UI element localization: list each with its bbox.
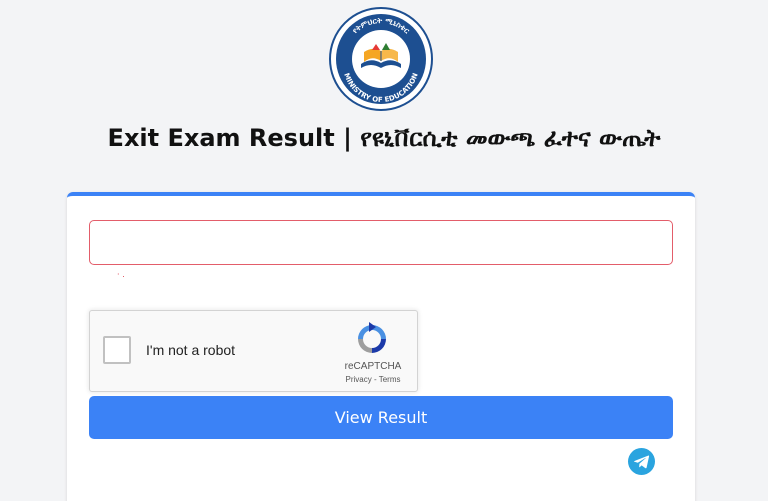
result-form-card: · . I'm not a robot reCAPTCHA Privacy - … bbox=[67, 192, 695, 501]
recaptcha-link-separator: - bbox=[371, 375, 379, 384]
page: የትምህርት ሚኒስቴር MINISTRY OF EDUCATION Exit … bbox=[0, 0, 768, 501]
recaptcha-icon bbox=[358, 322, 386, 353]
recaptcha-label: I'm not a robot bbox=[146, 342, 236, 358]
recaptcha-terms-link[interactable]: Terms bbox=[379, 375, 401, 384]
telegram-icon[interactable] bbox=[628, 448, 655, 475]
recaptcha-widget: I'm not a robot reCAPTCHA Privacy - Term… bbox=[89, 310, 418, 392]
recaptcha-links: Privacy - Terms bbox=[338, 375, 408, 384]
ministry-of-education-logo: የትምህርት ሚኒስቴር MINISTRY OF EDUCATION bbox=[329, 7, 433, 111]
recaptcha-brand: reCAPTCHA bbox=[344, 361, 402, 372]
validation-error-text: · . bbox=[117, 270, 125, 279]
recaptcha-privacy-link[interactable]: Privacy bbox=[346, 375, 372, 384]
recaptcha-checkbox[interactable] bbox=[103, 336, 131, 364]
admission-number-input[interactable] bbox=[89, 220, 673, 265]
page-title: Exit Exam Result | የዩኒቨርሲቲ መውጫ ፈተና ውጤት bbox=[107, 124, 661, 152]
view-result-button[interactable]: View Result bbox=[89, 396, 673, 439]
